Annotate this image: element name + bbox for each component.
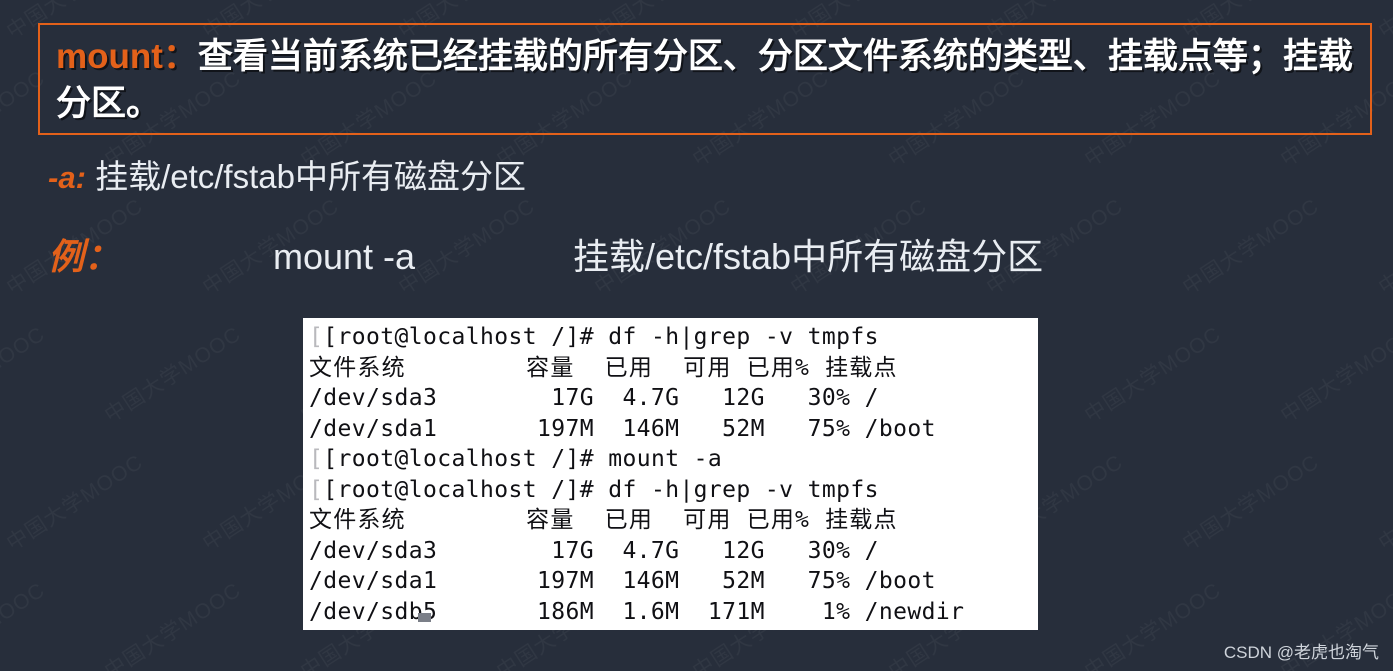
terminal-line-text: /dev/sda3 17G 4.7G 12G 30% /: [309, 537, 879, 564]
terminal-prompt: [: [309, 324, 324, 350]
terminal-line-text: /dev/sda1 197M 146M 52M 75% /boot: [309, 415, 936, 442]
terminal-line: [[root@localhost /]# df -h|grep -v tmpfs: [309, 475, 1038, 506]
terminal-line: 文件系统 容量 已用 可用 已用% 挂载点: [309, 353, 1038, 384]
terminal-line-text: df -h|grep -v tmpfs: [608, 324, 879, 350]
terminal-line: /dev/sda1 197M 146M 52M 75% /boot: [309, 566, 1038, 597]
watermark-text: 中国大学MOOC: [1372, 0, 1393, 45]
example-description: 挂载/etc/fstab中所有磁盘分区: [573, 236, 1044, 277]
terminal-line-text: mount -a: [608, 446, 723, 472]
watermark-text: 中国大学MOOC: [0, 318, 50, 429]
option-description: 挂载/etc/fstab中所有磁盘分区: [95, 158, 526, 195]
watermark-text: 中国大学MOOC: [1372, 446, 1393, 557]
terminal-prompt: [: [309, 476, 324, 503]
terminal-line: /dev/sda1 197M 146M 52M 75% /boot: [309, 414, 1038, 445]
terminal-line: /dev/sdb5 186M 1.6M 171M 1% /newdir: [309, 597, 1038, 628]
terminal-line-text: /dev/sda1 197M 146M 52M 75% /boot: [309, 568, 936, 594]
terminal-screenshot: [[root@localhost /]# df -h|grep -v tmpfs…: [303, 318, 1038, 630]
title-box: mount：查看当前系统已经挂载的所有分区、分区文件系统的类型、挂载点等；挂载分…: [38, 23, 1372, 135]
terminal-cursor: [418, 613, 431, 622]
terminal-line: 文件系统 容量 已用 可用 已用% 挂载点: [309, 505, 1038, 536]
option-line: -a: 挂载/etc/fstab中所有磁盘分区: [48, 155, 526, 200]
footer-credit: CSDN @老虎也淘气: [1223, 643, 1379, 662]
terminal-prompt: [: [309, 446, 324, 472]
terminal-line: /dev/sda3 17G 4.7G 12G 30% /: [309, 536, 1038, 567]
terminal-line: [[root@localhost /]# mount -a: [309, 444, 1038, 475]
watermark-text: 中国大学MOOC: [1176, 446, 1324, 557]
terminal-line-text: /dev/sda3 17G 4.7G 12G 30% /: [309, 385, 879, 411]
terminal-prompt-text: [root@localhost /]#: [323, 476, 609, 503]
watermark-text: 中国大学MOOC: [0, 574, 50, 671]
watermark-text: 中国大学MOOC: [1274, 318, 1393, 429]
watermark-text: 中国大学MOOC: [0, 446, 148, 557]
watermark-text: 中国大学MOOC: [98, 574, 246, 671]
example-command: mount -a: [273, 236, 416, 277]
terminal-prompt-text: [root@localhost /]#: [323, 446, 609, 472]
title-command: mount：: [56, 37, 198, 76]
terminal-line-text: 文件系统 容量 已用 可用 已用% 挂载点: [309, 354, 898, 381]
example-label: 例：: [48, 236, 121, 277]
terminal-line: /dev/sda3 17G 4.7G 12G 30% /: [309, 383, 1038, 414]
watermark-text: 中国大学MOOC: [98, 318, 246, 429]
terminal-line-text: 文件系统 容量 已用 可用 已用% 挂载点: [309, 507, 898, 533]
example-line: 例： mount -a 挂载/etc/fstab中所有磁盘分区: [48, 233, 1043, 281]
terminal-prompt-text: [root@localhost /]#: [323, 324, 609, 350]
terminal-line-text: /dev/sdb5 186M 1.6M 171M 1% /newdir: [309, 598, 965, 625]
watermark-text: 中国大学MOOC: [1078, 318, 1226, 429]
watermark-text: 中国大学MOOC: [1372, 190, 1393, 301]
watermark-text: 中国大学MOOC: [1176, 190, 1324, 301]
terminal-line: [[root@localhost /]# df -h|grep -v tmpfs: [309, 322, 1038, 353]
watermark-text: 中国大学MOOC: [1078, 574, 1226, 671]
page-title: mount：查看当前系统已经挂载的所有分区、分区文件系统的类型、挂载点等；挂载分…: [56, 33, 1356, 127]
option-flag: -a:: [48, 160, 86, 195]
title-description: 查看当前系统已经挂载的所有分区、分区文件系统的类型、挂载点等；挂载分区。: [56, 37, 1353, 123]
terminal-line-text: df -h|grep -v tmpfs: [608, 476, 879, 503]
